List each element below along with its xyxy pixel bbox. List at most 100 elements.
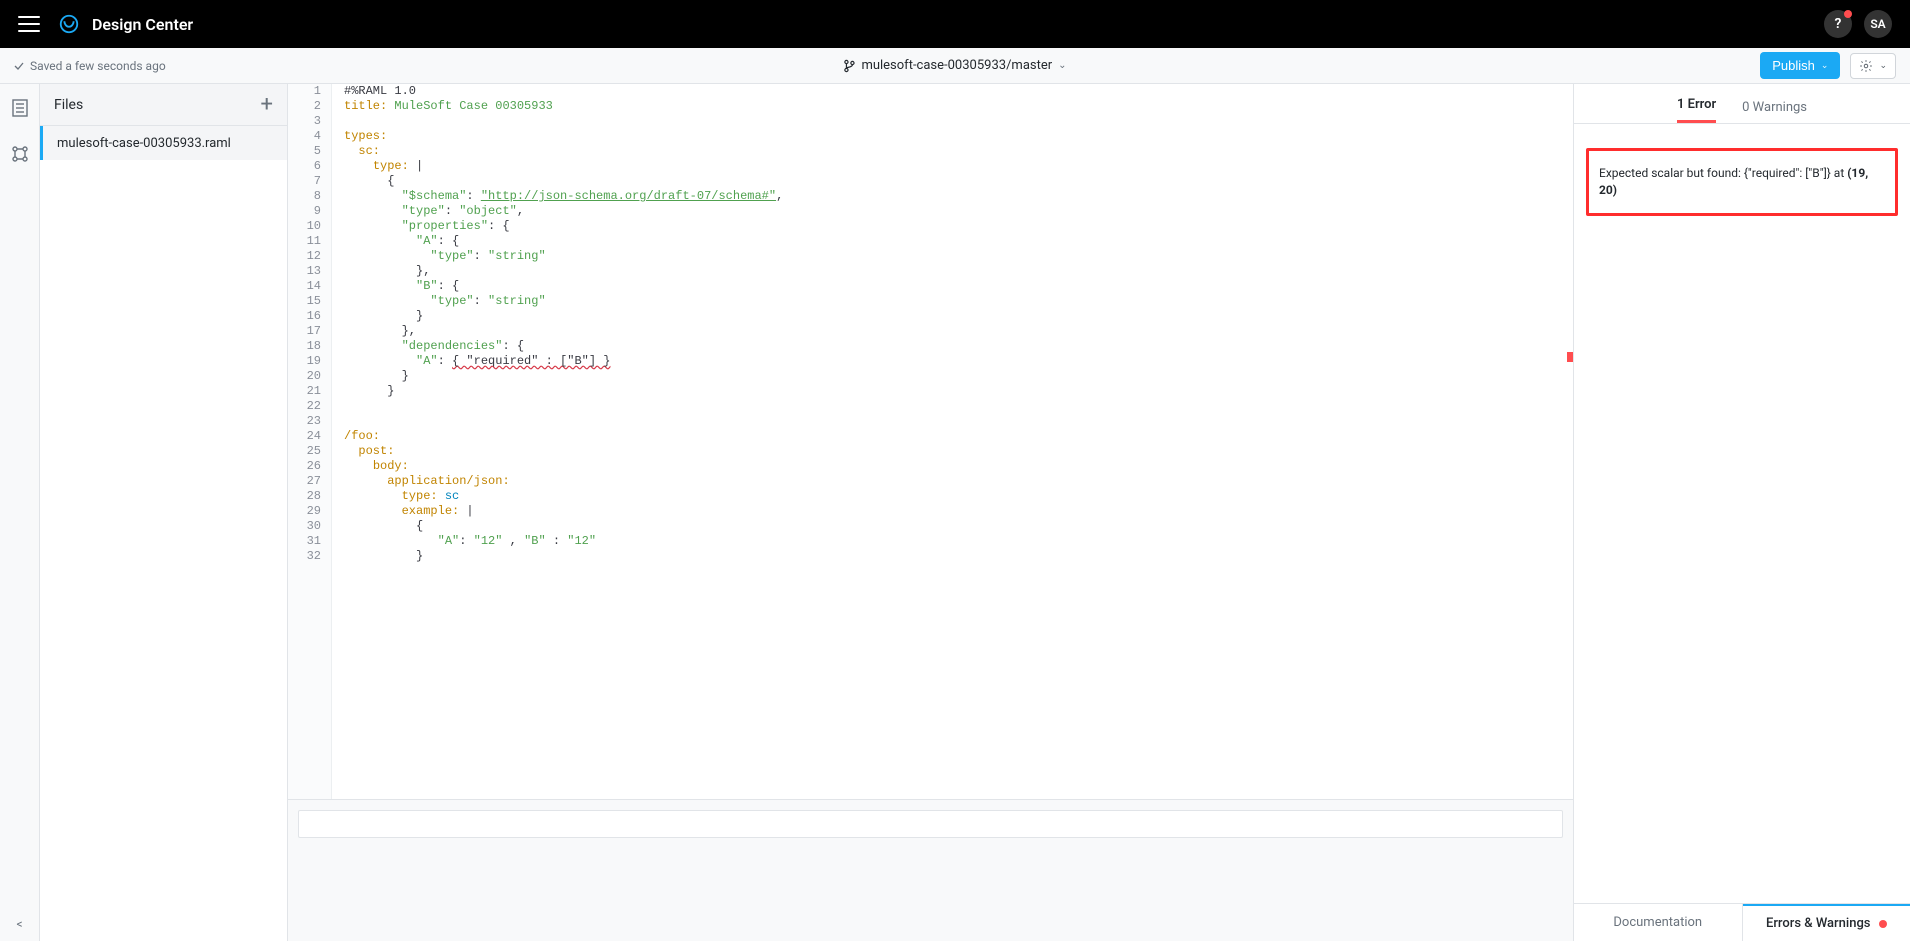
- branch-label: mulesoft-case-00305933/master: [861, 58, 1052, 73]
- avatar[interactable]: SA: [1864, 10, 1892, 38]
- line-gutter: 1234567891011121314151617181920212223242…: [288, 84, 332, 799]
- code-line: },: [344, 324, 783, 339]
- code-line: "$schema": "http://json-schema.org/draft…: [344, 189, 783, 204]
- code-line: "properties": {: [344, 219, 783, 234]
- line-number: 2: [288, 99, 321, 114]
- files-icon[interactable]: [11, 98, 29, 118]
- left-icon-rail: <: [0, 84, 40, 941]
- main-layout: < Files + mulesoft-case-00305933.raml 12…: [0, 84, 1910, 941]
- collapse-rail-button[interactable]: <: [0, 917, 39, 931]
- line-number: 28: [288, 489, 321, 504]
- chevron-left-icon: <: [16, 917, 22, 931]
- line-number: 9: [288, 204, 321, 219]
- problems-tabs: 1 Error 0 Warnings: [1574, 84, 1910, 124]
- line-number: 25: [288, 444, 321, 459]
- code-line: "B": {: [344, 279, 783, 294]
- line-number: 14: [288, 279, 321, 294]
- save-status: Saved a few seconds ago: [14, 59, 166, 73]
- code-line: "type": "object",: [344, 204, 783, 219]
- code-line: type: |: [344, 159, 783, 174]
- line-number: 16: [288, 309, 321, 324]
- line-number: 26: [288, 459, 321, 474]
- tab-warnings-label: 0 Warnings: [1742, 100, 1807, 115]
- editor-bottom-pane: [288, 799, 1573, 941]
- file-row[interactable]: mulesoft-case-00305933.raml: [40, 126, 287, 160]
- code-editor[interactable]: 1234567891011121314151617181920212223242…: [288, 84, 1573, 799]
- chevron-down-icon: ⌄: [1821, 60, 1829, 71]
- code-line: "type": "string": [344, 294, 783, 309]
- code-line: [344, 399, 783, 414]
- line-number: 10: [288, 219, 321, 234]
- code-line: "A": "12" , "B" : "12": [344, 534, 783, 549]
- line-number: 19: [288, 354, 321, 369]
- line-number: 4: [288, 129, 321, 144]
- avatar-initials: SA: [1870, 17, 1885, 31]
- tab-errors-warnings-label: Errors & Warnings: [1766, 916, 1871, 931]
- mocking-bar[interactable]: [298, 810, 1563, 838]
- editor-column: 1234567891011121314151617181920212223242…: [288, 84, 1574, 941]
- publish-button[interactable]: Publish ⌄: [1760, 52, 1840, 79]
- line-number: 22: [288, 399, 321, 414]
- line-number: 3: [288, 114, 321, 129]
- line-number: 29: [288, 504, 321, 519]
- line-number: 5: [288, 144, 321, 159]
- app-title: Design Center: [92, 15, 193, 34]
- schema-link[interactable]: "http://json-schema.org/draft-07/schema#…: [481, 189, 776, 203]
- code-line: #%RAML 1.0: [344, 84, 783, 99]
- tab-documentation[interactable]: Documentation: [1574, 904, 1743, 941]
- line-number: 27: [288, 474, 321, 489]
- code-line: },: [344, 264, 783, 279]
- tab-errors[interactable]: 1 Error: [1677, 97, 1716, 123]
- code-line: sc:: [344, 144, 783, 159]
- publish-label: Publish: [1772, 58, 1815, 73]
- app-logo-icon: [58, 13, 80, 35]
- code-line: post:: [344, 444, 783, 459]
- line-number: 18: [288, 339, 321, 354]
- notification-dot-icon: [1844, 10, 1852, 18]
- line-number: 1: [288, 84, 321, 99]
- error-message[interactable]: Expected scalar but found: {"required": …: [1586, 148, 1898, 216]
- tab-errors-label: 1 Error: [1677, 97, 1716, 112]
- line-number: 30: [288, 519, 321, 534]
- line-number: 21: [288, 384, 321, 399]
- error-line-marker-icon: [1567, 352, 1573, 362]
- tab-documentation-label: Documentation: [1613, 915, 1702, 930]
- code-line: [344, 114, 783, 129]
- dependencies-icon[interactable]: [10, 144, 30, 164]
- code-line: title: MuleSoft Case 00305933: [344, 99, 783, 114]
- code-line: "type": "string": [344, 249, 783, 264]
- line-number: 17: [288, 324, 321, 339]
- app-header: Design Center ? SA: [0, 0, 1910, 48]
- line-number: 12: [288, 249, 321, 264]
- help-button[interactable]: ?: [1824, 10, 1852, 38]
- code-line: }: [344, 549, 783, 564]
- code-line: "A": {: [344, 234, 783, 249]
- code-line: {: [344, 174, 783, 189]
- code-line: }: [344, 369, 783, 384]
- line-number: 20: [288, 369, 321, 384]
- git-branch-icon: [843, 59, 855, 73]
- tab-warnings[interactable]: 0 Warnings: [1742, 100, 1807, 123]
- code-line: type: sc: [344, 489, 783, 504]
- right-bottom-tabs: Documentation Errors & Warnings: [1574, 903, 1910, 941]
- line-number: 31: [288, 534, 321, 549]
- code-line: application/json:: [344, 474, 783, 489]
- code-line: }: [344, 309, 783, 324]
- chevron-down-icon: ⌄: [1879, 60, 1887, 71]
- tab-errors-warnings[interactable]: Errors & Warnings: [1743, 904, 1910, 941]
- code-content: #%RAML 1.0title: MuleSoft Case 00305933 t…: [332, 84, 783, 799]
- add-file-button[interactable]: +: [261, 94, 273, 116]
- code-line: }: [344, 384, 783, 399]
- code-line: "A": { "required" : ["B"] }: [344, 354, 783, 369]
- line-number: 15: [288, 294, 321, 309]
- problems-panel: 1 Error 0 Warnings Expected scalar but f…: [1574, 84, 1910, 941]
- code-line: example: |: [344, 504, 783, 519]
- menu-icon[interactable]: [18, 16, 40, 32]
- file-list: mulesoft-case-00305933.raml: [40, 126, 287, 160]
- line-number: 23: [288, 414, 321, 429]
- branch-selector[interactable]: mulesoft-case-00305933/master ⌄: [843, 58, 1066, 73]
- settings-button[interactable]: ⌄: [1850, 53, 1896, 79]
- line-number: 7: [288, 174, 321, 189]
- line-number: 32: [288, 549, 321, 564]
- line-number: 11: [288, 234, 321, 249]
